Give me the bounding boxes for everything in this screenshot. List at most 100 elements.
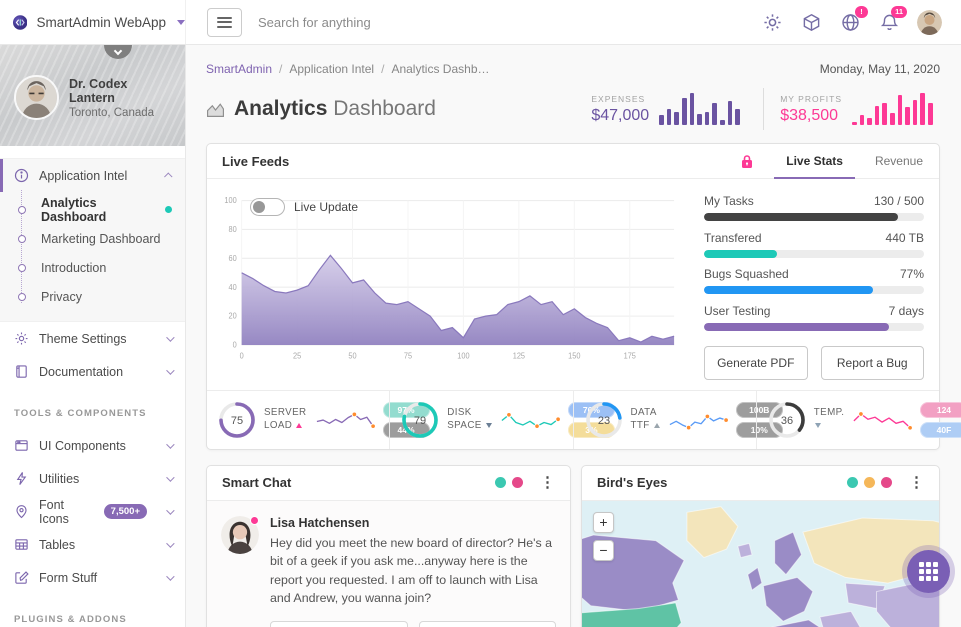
gear-icon: [13, 331, 29, 346]
svg-text:50: 50: [348, 351, 356, 360]
profits-label: MY PROFITS: [780, 94, 842, 104]
language-alert-badge: !: [855, 6, 868, 18]
svg-text:150: 150: [568, 351, 580, 360]
stat-user-testing: User Testing7 days: [704, 304, 924, 331]
temperature-ring: 36: [767, 400, 807, 440]
birds-eyes-title: Bird's Eyes: [597, 475, 667, 490]
online-status-dot: [250, 516, 259, 525]
live-update-toggle[interactable]: Live Update: [250, 198, 358, 216]
search-input[interactable]: [258, 15, 598, 30]
app-logo[interactable]: SmartAdmin WebApp: [0, 0, 186, 44]
current-date: Monday, May 11, 2020: [820, 62, 940, 76]
sidebar-item-font-icons[interactable]: Font Icons 7,500+: [0, 495, 185, 528]
nav-label: Application Intel: [39, 169, 127, 183]
tile-disk-space: 79 DISKSPACE 76% 3%: [389, 391, 572, 449]
lock-icon[interactable]: [740, 154, 754, 169]
font-icons-count-badge: 7,500+: [104, 504, 147, 519]
notifications-bell-icon[interactable]: 11: [878, 11, 900, 33]
expenses-stat: EXPENSES $47,000: [591, 93, 747, 125]
disk-space-sparkline: [499, 406, 561, 434]
area-chart-icon: [206, 101, 225, 118]
apps-cube-icon[interactable]: [800, 11, 822, 33]
chevron-down-icon: [114, 47, 122, 55]
profile-location: Toronto, Canada: [69, 107, 175, 119]
sidebar-item-marketing-dashboard[interactable]: Marketing Dashboard: [0, 224, 185, 253]
active-page-dot: [165, 206, 172, 213]
sidebar-item-analytics-dashboard[interactable]: Analytics Dashboard: [0, 195, 185, 224]
generate-pdf-button[interactable]: Generate PDF: [704, 346, 808, 380]
panel-menu-icon[interactable]: ⋮: [540, 475, 555, 490]
svg-text:79: 79: [414, 415, 426, 427]
breadcrumb-application-intel[interactable]: Application Intel: [289, 62, 374, 76]
attachment-report-2013[interactable]: Report-2013-dem…: [270, 621, 408, 627]
expenses-value: $47,000: [591, 107, 649, 125]
toggle-switch[interactable]: [250, 198, 285, 216]
tile-server-load: 75 SERVERLOAD 97% 44%: [207, 391, 389, 449]
tile-temperature: 36 TEMP. 124 40F: [756, 391, 939, 449]
language-globe-icon[interactable]: !: [839, 11, 861, 33]
live-feeds-panel: Live Feeds Live Stats Revenue: [206, 143, 940, 450]
sidebar-item-utilities[interactable]: Utilities: [0, 462, 185, 495]
svg-text:125: 125: [513, 351, 525, 360]
attachment-bloodworks[interactable]: Bloodworks Patie…: [419, 621, 556, 627]
trend-up-icon: [296, 423, 302, 428]
svg-text:0: 0: [240, 351, 244, 360]
progress-fill: [704, 213, 898, 221]
status-dot-teal: [495, 477, 506, 488]
trend-down-icon: [486, 423, 492, 428]
chevron-down-icon: [166, 572, 174, 580]
expenses-label: EXPENSES: [591, 94, 649, 104]
badge: 124: [920, 402, 961, 418]
breadcrumb-current: Analytics Dashb…: [391, 62, 489, 76]
menu-toggle-button[interactable]: [207, 8, 242, 37]
svg-text:100: 100: [224, 196, 236, 205]
tab-live-stats[interactable]: Live Stats: [770, 144, 859, 178]
subnav-application-intel: Analytics Dashboard Marketing Dashboard …: [0, 192, 185, 315]
world-map: + −: [582, 501, 939, 627]
kpi-tiles-row: 75 SERVERLOAD 97% 44% 79 DISKSPACE 76%: [207, 390, 939, 449]
report-bug-button[interactable]: Report a Bug: [821, 346, 925, 380]
book-icon: [13, 364, 29, 379]
sidebar-item-theme-settings[interactable]: Theme Settings: [0, 322, 185, 355]
user-avatar[interactable]: [917, 10, 942, 35]
svg-text:36: 36: [781, 415, 793, 427]
profile-avatar[interactable]: [14, 75, 59, 120]
sidebar-item-form-stuff[interactable]: Form Stuff: [0, 561, 185, 594]
breadcrumb-bar: SmartAdmin/ Application Intel/ Analytics…: [186, 45, 961, 84]
sidebar-item-tables[interactable]: Tables: [0, 528, 185, 561]
section-tools-components: TOOLS & COMPONENTS: [0, 388, 185, 429]
expenses-sparkline: [659, 93, 747, 125]
birds-eyes-panel: Bird's Eyes ⋮ + −: [581, 465, 940, 627]
chevron-down-icon: [166, 440, 174, 448]
map-pin-icon: [13, 504, 29, 519]
map-region-iceland[interactable]: [738, 543, 752, 557]
stat-my-tasks: My Tasks130 / 500: [704, 194, 924, 221]
map-zoom-out-button[interactable]: −: [593, 540, 614, 561]
app-launcher-button[interactable]: [907, 550, 950, 593]
sidebar-item-ui-components[interactable]: UI Components: [0, 429, 185, 462]
settings-icon[interactable]: [761, 11, 783, 33]
sidebar-item-privacy[interactable]: Privacy: [0, 282, 185, 311]
chevron-down-icon: [166, 506, 174, 514]
app-title: SmartAdmin WebApp: [36, 15, 166, 30]
svg-text:100: 100: [457, 351, 469, 360]
sidebar-item-application-intel[interactable]: Application Intel: [0, 159, 185, 192]
top-navbar: SmartAdmin WebApp !: [0, 0, 961, 45]
divider: [763, 88, 764, 130]
map-zoom-in-button[interactable]: +: [593, 512, 614, 533]
stat-transfered: Transfered440 TB: [704, 231, 924, 258]
panel-menu-icon[interactable]: ⋮: [909, 475, 924, 490]
chevron-down-icon: [166, 366, 174, 374]
chat-messages: Lisa Hatchensen Hey did you meet the new…: [207, 501, 570, 627]
svg-text:175: 175: [624, 351, 636, 360]
live-chart-area: 0204060801000255075100125150175 Live Upd…: [222, 188, 680, 368]
sidebar-item-introduction[interactable]: Introduction: [0, 253, 185, 282]
toggle-label: Live Update: [294, 200, 358, 214]
sidebar-item-documentation[interactable]: Documentation: [0, 355, 185, 388]
status-dot-teal: [847, 477, 858, 488]
tab-revenue[interactable]: Revenue: [859, 144, 939, 178]
breadcrumb-smartadmin[interactable]: SmartAdmin: [206, 62, 272, 76]
status-dot-yellow: [864, 477, 875, 488]
chevron-up-icon: [164, 172, 172, 180]
chevron-down-icon: [166, 333, 174, 341]
